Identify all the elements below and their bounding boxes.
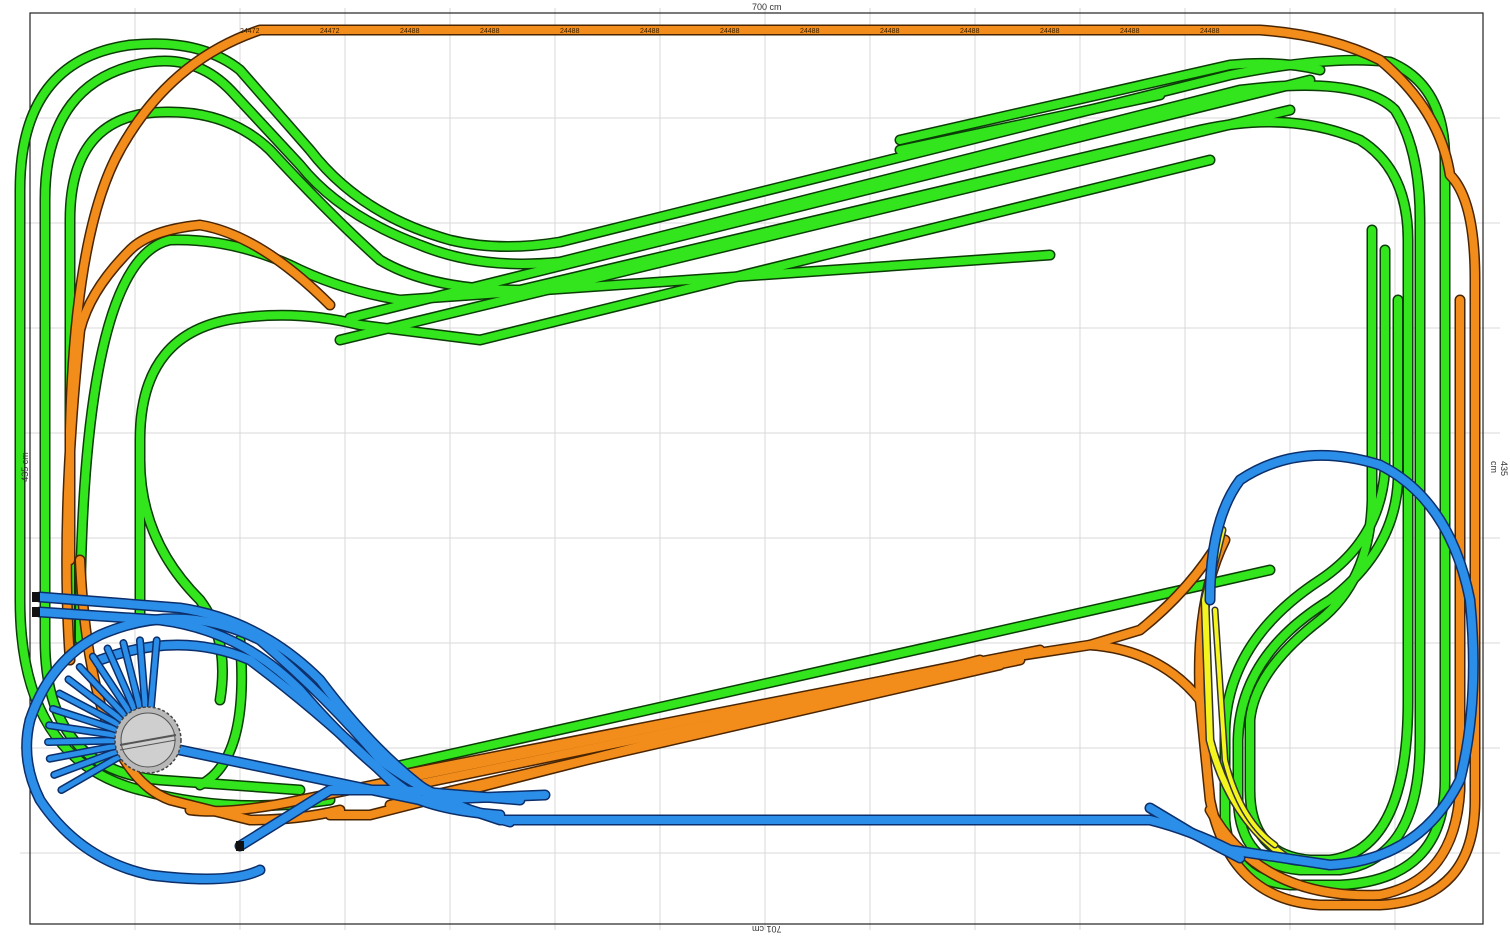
layout-canvas: 24472 24472 24488 24488 24488 24488 2448… <box>0 0 1510 938</box>
track-label: 24488 <box>400 28 420 35</box>
track-label: 24488 <box>800 28 820 35</box>
track-label: 24488 <box>1120 28 1140 35</box>
track-label: 24488 <box>720 28 740 35</box>
dimension-right: 435 cm <box>1489 461 1509 477</box>
dimension-left: 435 cm <box>19 452 30 482</box>
grid <box>20 8 1500 930</box>
track-plan: 24472 24472 24488 24488 24488 24488 2448… <box>14 8 1500 930</box>
track-label: 24488 <box>480 28 500 35</box>
dimension-bottom: 701 cm <box>752 924 782 934</box>
track-label: 24472 <box>240 28 260 35</box>
track-label: 24488 <box>880 28 900 35</box>
turntable-stall-track <box>45 738 117 745</box>
track-label: 24488 <box>1200 28 1220 35</box>
track-label: 24488 <box>1040 28 1060 35</box>
track-label: 24472 <box>320 28 340 35</box>
dimension-top: 700 cm <box>752 2 782 12</box>
track-label: 24488 <box>560 28 580 35</box>
turntable[interactable] <box>114 706 182 774</box>
track-label: 24488 <box>960 28 980 35</box>
track-label: 24488 <box>640 28 660 35</box>
